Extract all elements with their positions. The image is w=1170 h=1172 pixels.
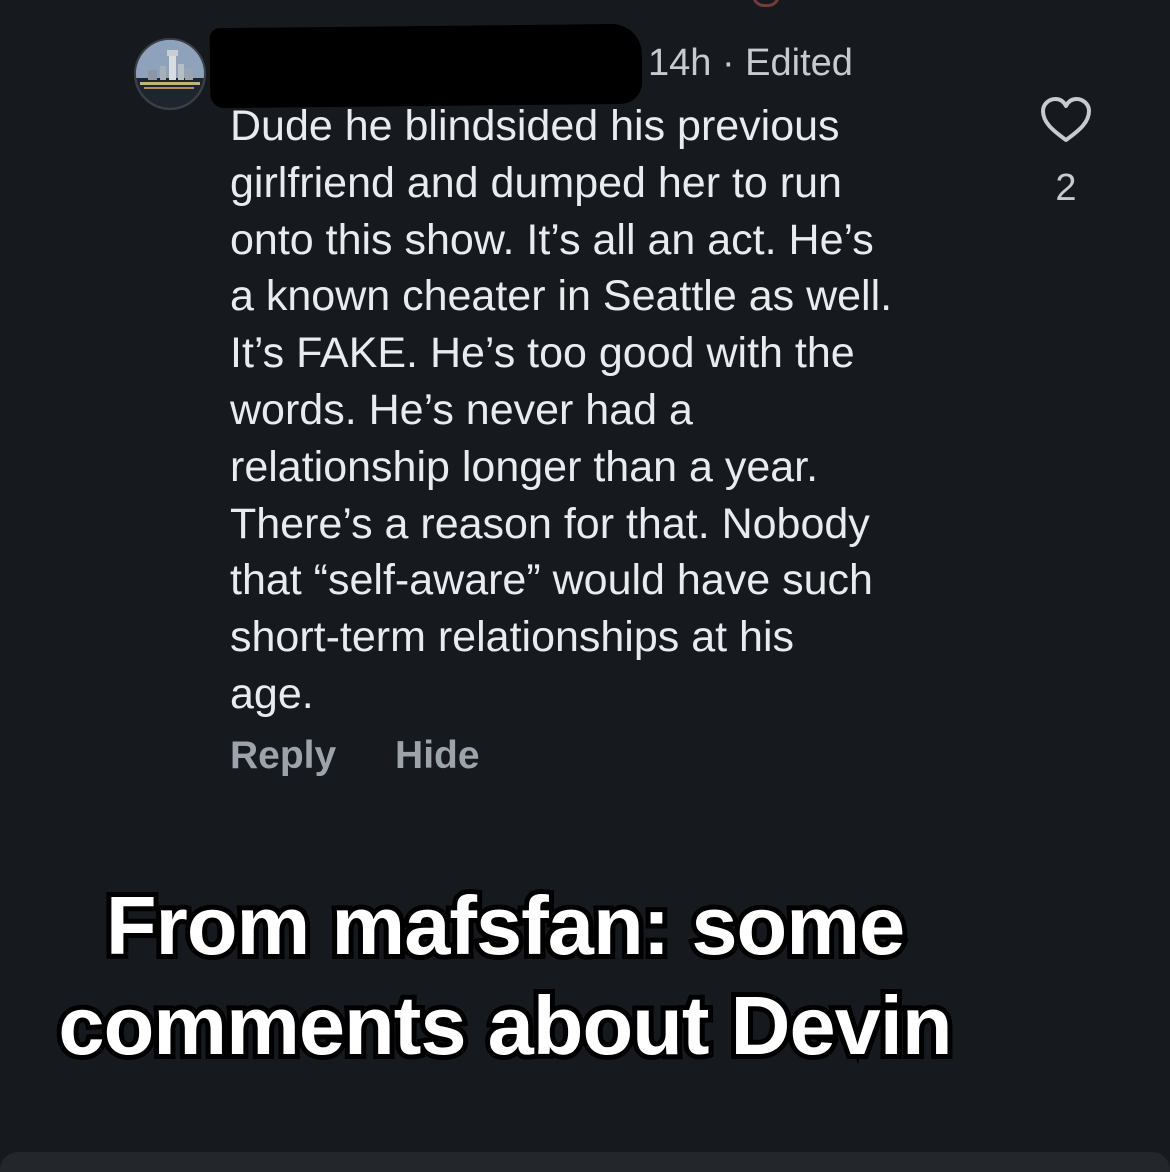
hide-button[interactable]: Hide (395, 734, 480, 778)
comment-text: Dude he blindsided his previous girlfrie… (230, 98, 990, 723)
comment-text-line: girlfriend and dumped her to run (230, 158, 842, 207)
comment-text-line: that “self-aware” would have such (230, 556, 873, 605)
city-skyline-avatar-image (136, 40, 204, 108)
heart-outline-icon[interactable] (1040, 96, 1092, 144)
comment-timestamp: 14h · Edited (648, 42, 853, 84)
top-edge-indicator (752, 0, 780, 7)
like-count: 2 (1055, 167, 1077, 209)
avatar[interactable] (134, 38, 206, 110)
comment-text-line: short-term relationships at his (230, 613, 794, 662)
comment-text-line: relationship longer than a year. (230, 442, 819, 491)
comment-text-line: Dude he blindsided his previous (230, 102, 840, 150)
comment-text-line: words. He’s never had a (230, 385, 693, 434)
caption-line: From mafsfan: some (101, 874, 910, 977)
comment-actions: Reply Hide (230, 734, 480, 778)
comment-text-line: age. (230, 669, 314, 718)
reply-button[interactable]: Reply (230, 734, 336, 778)
overlay-caption: From mafsfan: some comments about Devin (0, 874, 1010, 1077)
comment-text-line: There’s a reason for that. Nobody (230, 499, 870, 548)
redacted-username (209, 23, 643, 109)
comment-text-line: It’s FAKE. He’s too good with the (230, 329, 855, 378)
comment-screen: 14h · Edited Dude he blindsided his prev… (0, 0, 1170, 1172)
caption-line: comments about Devin (53, 974, 957, 1077)
comment-text-line: a known cheater in Seattle as well. (230, 272, 893, 321)
bottom-sheet-edge (0, 1152, 1170, 1172)
comment-text-line: onto this show. It’s all an act. He’s (230, 215, 874, 264)
